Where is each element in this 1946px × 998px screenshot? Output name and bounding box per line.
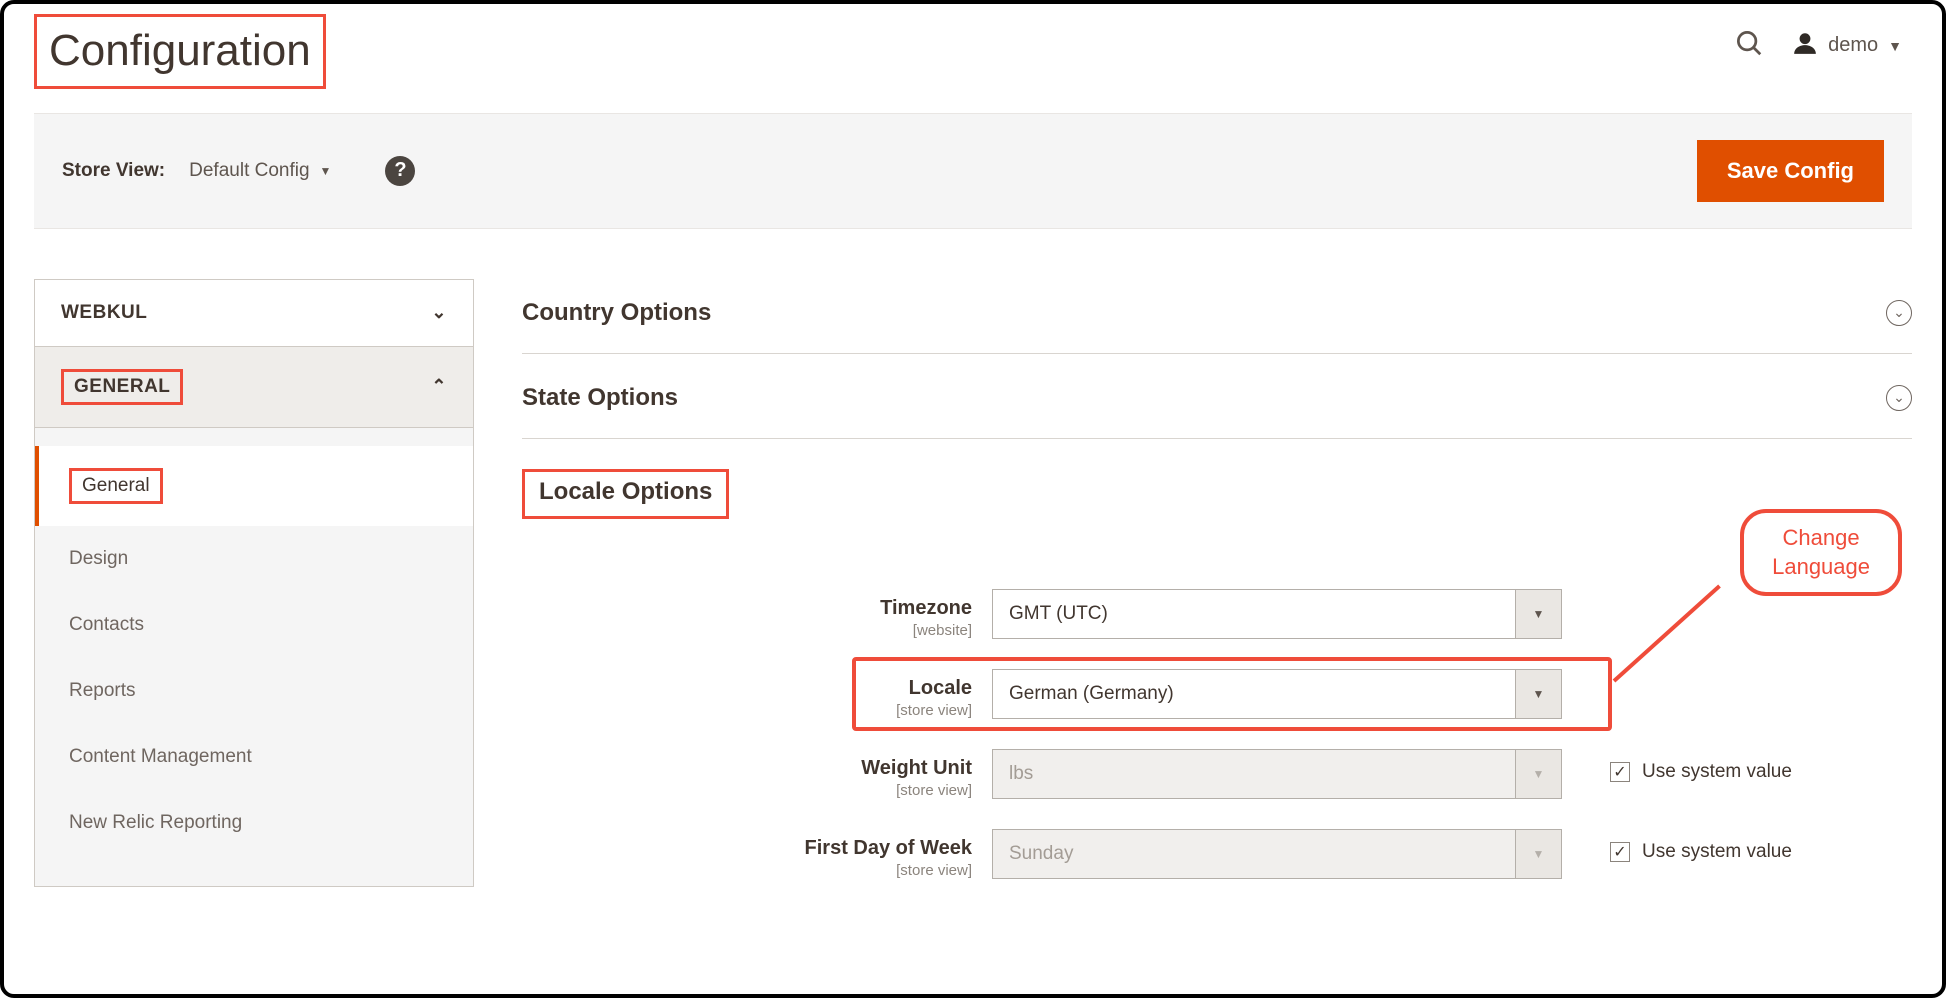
use-system-value-label: Use system value: [1642, 841, 1792, 863]
sidebar-item-reports[interactable]: Reports: [35, 658, 473, 724]
field-label: Timezone: [880, 597, 972, 619]
caret-down-icon: ▼: [1515, 670, 1561, 718]
caret-down-icon: ▼: [1888, 38, 1902, 54]
weight-unit-select: lbs ▼: [992, 749, 1562, 799]
chevron-up-icon: ⌃: [431, 376, 447, 397]
expand-icon: ⌄: [1886, 300, 1912, 326]
store-view-label: Store View:: [62, 160, 165, 182]
first-day-of-week-select: Sunday ▼: [992, 829, 1562, 879]
field-scope: [store view]: [522, 782, 972, 799]
caret-down-icon: ▼: [1515, 750, 1561, 798]
use-system-value-checkbox[interactable]: ✓: [1610, 762, 1630, 782]
use-system-value-checkbox[interactable]: ✓: [1610, 842, 1630, 862]
config-content: Country Options ⌄ State Options ⌄ Locale…: [522, 279, 1912, 909]
section-title: Country Options: [522, 299, 711, 327]
locale-select[interactable]: German (Germany) ▼: [992, 669, 1562, 719]
timezone-select[interactable]: GMT (UTC) ▼: [992, 589, 1562, 639]
sidebar-item-new-relic-reporting[interactable]: New Relic Reporting: [35, 790, 473, 856]
section-title: State Options: [522, 384, 678, 412]
field-label: Locale: [909, 677, 972, 699]
sidebar-group-webkul[interactable]: WEBKUL ⌄: [34, 279, 474, 347]
sidebar-item-label: Design: [69, 548, 128, 569]
section-locale-options[interactable]: Locale Options: [522, 439, 1912, 545]
select-value: German (Germany): [993, 670, 1515, 718]
save-config-button[interactable]: Save Config: [1697, 140, 1884, 202]
select-value: lbs: [993, 750, 1515, 798]
field-weight-unit: Weight Unit [store view] lbs ▼ ✓ Use sys…: [522, 749, 1912, 799]
search-icon[interactable]: [1734, 28, 1764, 63]
chevron-down-icon: ⌄: [431, 302, 447, 323]
field-scope: [store view]: [522, 702, 972, 719]
select-value: GMT (UTC): [993, 590, 1515, 638]
field-label: First Day of Week: [805, 837, 972, 859]
sidebar-item-label: Reports: [69, 680, 136, 701]
section-country-options[interactable]: Country Options ⌄: [522, 285, 1912, 354]
help-icon[interactable]: ?: [385, 156, 415, 186]
section-state-options[interactable]: State Options ⌄: [522, 354, 1912, 439]
toolbar: Store View: Default Config ▼ ? Save Conf…: [34, 113, 1912, 229]
sidebar-item-contacts[interactable]: Contacts: [35, 592, 473, 658]
user-name: demo: [1828, 34, 1878, 57]
field-first-day-of-week: First Day of Week [store view] Sunday ▼ …: [522, 829, 1912, 879]
sidebar-item-label: Content Management: [69, 746, 252, 767]
sidebar-item-content-management[interactable]: Content Management: [35, 724, 473, 790]
sidebar-item-general[interactable]: General: [35, 446, 473, 526]
caret-down-icon: ▼: [1515, 830, 1561, 878]
store-view-switcher[interactable]: Default Config ▼: [189, 160, 331, 182]
store-view-value: Default Config: [189, 160, 309, 182]
expand-icon: ⌄: [1886, 385, 1912, 411]
sidebar-group-label: WEBKUL: [61, 302, 147, 324]
field-scope: [store view]: [522, 862, 972, 879]
caret-down-icon: ▼: [320, 164, 332, 178]
sidebar-group-label: GENERAL: [61, 369, 183, 405]
sidebar-item-design[interactable]: Design: [35, 526, 473, 592]
section-title: Locale Options: [522, 469, 729, 519]
annotation-callout: Change Language: [1740, 509, 1902, 596]
caret-down-icon: ▼: [1515, 590, 1561, 638]
sidebar-group-general[interactable]: GENERAL ⌃: [34, 347, 474, 428]
page-title: Configuration: [34, 14, 326, 89]
use-system-value-label: Use system value: [1642, 761, 1792, 783]
field-locale: Locale [store view] German (Germany) ▼: [522, 669, 1912, 719]
sidebar-item-label: Contacts: [69, 614, 144, 635]
field-scope: [website]: [522, 622, 972, 639]
field-label: Weight Unit: [861, 757, 972, 779]
config-sidebar: WEBKUL ⌄ GENERAL ⌃ General Design Contac…: [34, 279, 474, 887]
user-menu[interactable]: demo ▼: [1792, 30, 1902, 61]
sidebar-item-label: General: [69, 468, 163, 504]
sidebar-item-label: New Relic Reporting: [69, 812, 242, 833]
select-value: Sunday: [993, 830, 1515, 878]
user-icon: [1792, 30, 1818, 61]
